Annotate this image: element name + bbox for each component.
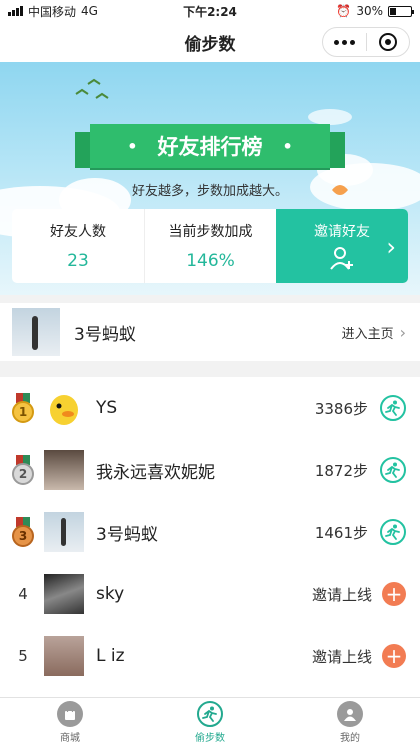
battery-icon [388,5,414,17]
friend-name: YS [96,398,118,418]
ribbon-title: • 好友排行榜 • [90,124,330,168]
rank-number: 3 [12,525,34,547]
gold-medal-icon: 1 [12,393,34,423]
friends-count-value: 23 [67,251,89,271]
ribbon-dot-right: • [282,136,293,156]
avatar [44,512,84,552]
tab-label: 商城 [60,733,80,744]
tab-mine[interactable]: 我的 [280,698,420,747]
page-title: 偷步数 [184,34,236,55]
friend-name: sky [96,584,125,604]
battery-percent: 30% [356,4,383,18]
tab-label: 偷步数 [195,733,225,744]
step-bonus-label: 当前步数加成 [168,224,253,240]
friend-name: 我永远喜欢妮妮 [96,462,215,483]
alarm-icon: ⏰ [336,4,352,18]
shopping-bag-icon [57,701,83,727]
banner-tagline: 好友越多，步数加成越大。 [131,184,288,199]
stats-card: 好友人数 23 当前步数加成 146% 邀请好友 › [12,209,408,283]
invite-button[interactable]: + [382,644,406,668]
running-icon [385,400,400,416]
avatar [44,450,84,490]
bottom-tab-bar: 商城 偷步数 我的 [0,697,420,747]
running-icon [385,524,400,540]
target-icon [378,33,397,51]
tab-label: 我的 [340,733,360,744]
steal-steps-button[interactable] [380,457,406,483]
avatar [44,574,84,614]
friend-name: 3号蚂蚁 [96,524,158,545]
avatar [44,388,84,428]
enter-homepage-label: 进入主页 [341,326,394,342]
list-item[interactable]: 3 3号蚂蚁 1461步 [0,501,420,563]
ranking-list: 1 YS 3386步 2 我永远喜欢妮妮 1872步 3 3号蚂蚁 1461步 [0,377,420,697]
silver-medal-icon: 2 [12,455,34,485]
step-bonus-stat: 当前步数加成 146% [144,209,276,283]
list-item[interactable]: 1 YS 3386步 [0,377,420,439]
mini-program-capsule [322,27,410,57]
more-icon [333,39,355,45]
invite-online-label: 邀请上线 [311,585,372,604]
carrier-name: 中国移动 [28,4,77,19]
step-count: 1461步 [314,523,368,542]
banner-title: 好友排行榜 [157,135,263,159]
close-mini-program-button[interactable] [367,28,410,56]
rank-number: 5 [18,647,28,665]
rank-number: 2 [12,463,34,485]
rank-number: 1 [12,401,34,423]
chevron-right-icon: › [386,233,396,261]
ribbon-dot-left: • [127,136,138,156]
invite-online-label: 邀请上线 [311,647,372,666]
tab-steal-steps[interactable]: 偷步数 [140,698,280,747]
running-icon [385,462,400,478]
list-item[interactable]: 4 sky 邀请上线 + [0,563,420,625]
my-profile-row[interactable]: 3号蚂蚁 进入主页 › [0,303,420,361]
friends-count-stat: 好友人数 23 [12,209,144,283]
my-name: 3号蚂蚁 [74,324,136,345]
friend-name: L iz [96,646,125,666]
bronze-medal-icon: 3 [12,517,34,547]
list-item[interactable]: 5 L iz 邀请上线 + [0,625,420,687]
plus-icon: + [385,644,403,668]
running-icon [197,701,223,727]
nav-bar: 偷步数 [0,22,420,62]
enter-homepage-link[interactable]: 进入主页 › [342,323,406,342]
step-count: 3386步 [314,399,368,418]
avatar [12,308,60,356]
step-bonus-value: 146% [186,251,235,271]
user-icon [337,701,363,727]
invite-button[interactable]: + [382,582,406,606]
add-user-icon [330,247,353,270]
step-count: 1872步 [314,461,368,480]
avatar [44,636,84,676]
tab-shop[interactable]: 商城 [0,698,140,747]
chevron-right-icon: › [399,322,406,342]
steal-steps-button[interactable] [380,395,406,421]
more-button[interactable] [323,28,366,56]
status-bar: 中国移动 4G 下午2:24 ⏰ 30% [0,0,420,22]
steal-steps-button[interactable] [380,519,406,545]
signal-icon [8,6,23,16]
plus-icon: + [385,582,403,606]
invite-friends-button[interactable]: 邀请好友 › [276,209,408,283]
friends-count-label: 好友人数 [50,224,106,240]
rank-number: 4 [18,585,28,603]
network-type: 4G [81,4,98,18]
invite-friends-label: 邀请好友 [314,224,370,240]
list-item[interactable]: 2 我永远喜欢妮妮 1872步 [0,439,420,501]
